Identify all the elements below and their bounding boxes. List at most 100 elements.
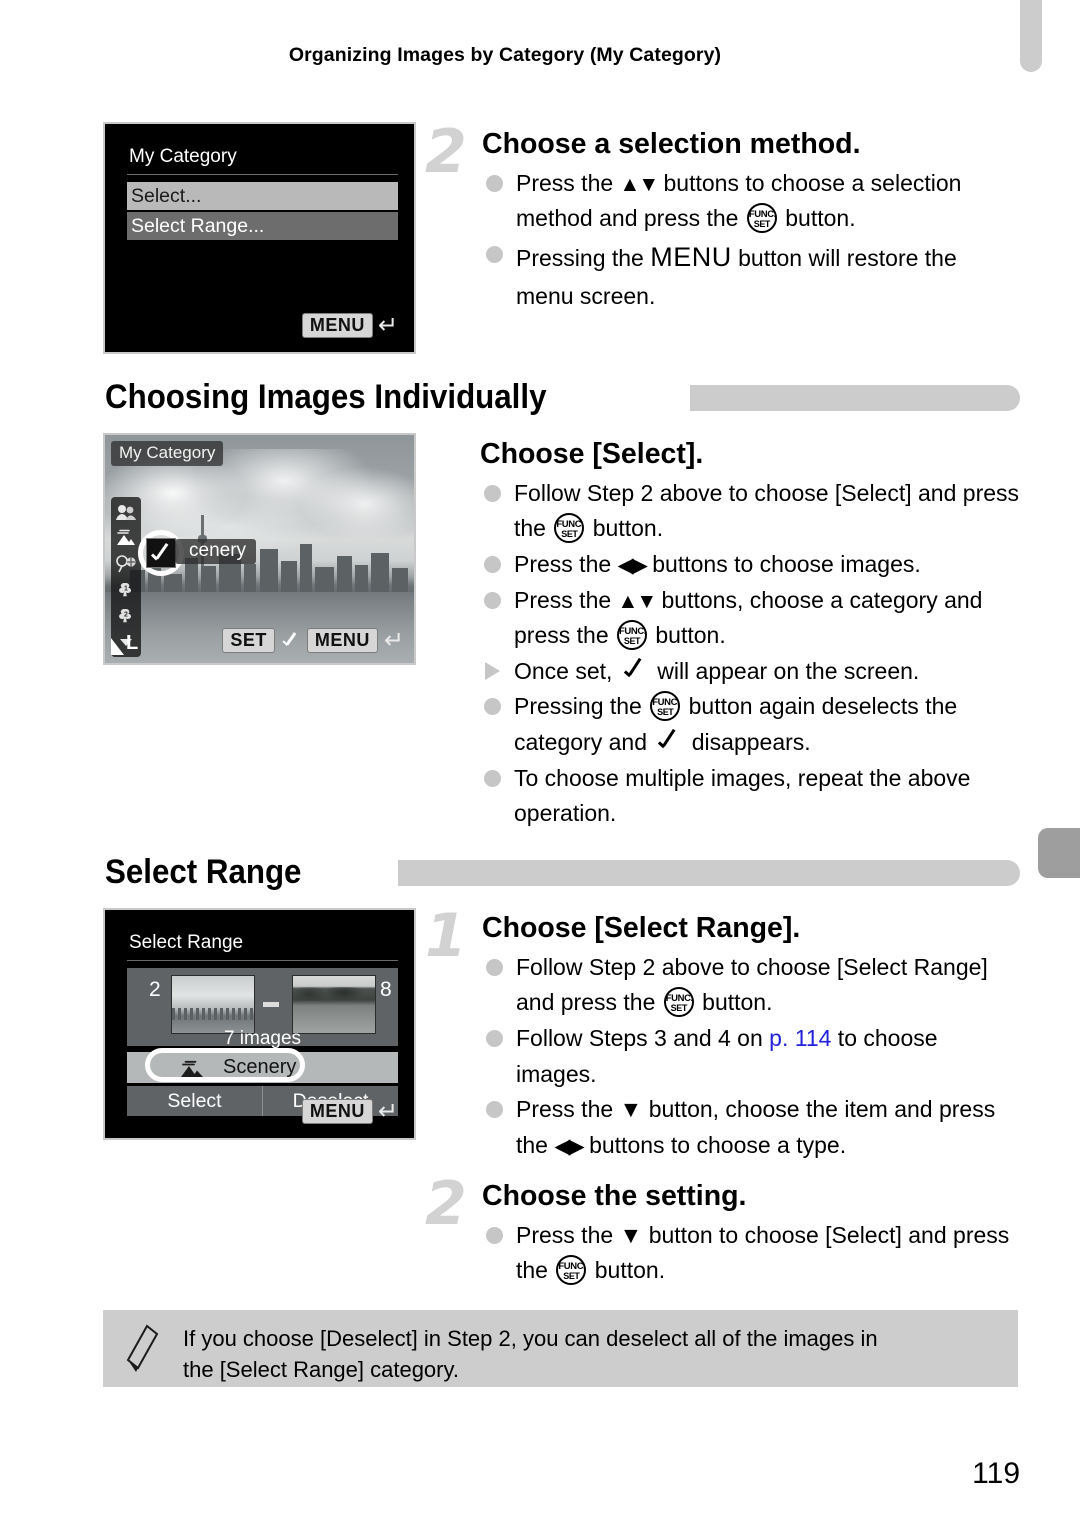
bullet-icon xyxy=(486,1029,503,1047)
section-title: Select Range xyxy=(105,853,302,891)
range-preview-panel: 2 8 7 images xyxy=(127,968,398,1049)
step-2-range-block: 2 Choose the setting. Press the ▼ button… xyxy=(425,1174,1020,1289)
svg-text:1: 1 xyxy=(124,586,128,593)
bullet-icon xyxy=(486,1226,503,1244)
bullet-icon xyxy=(484,591,501,609)
bullet-icon xyxy=(484,484,501,502)
events-icon[interactable] xyxy=(114,553,138,575)
page-reference-link[interactable]: p. 114 xyxy=(769,1025,831,1051)
step-heading: Choose the setting. xyxy=(482,1180,747,1212)
heading-bar xyxy=(398,860,1020,886)
manual-page: Organizing Images by Category (My Catego… xyxy=(0,0,1080,1521)
set-badge: SET xyxy=(222,628,275,653)
list-item: Follow Step 2 above to choose [Select Ra… xyxy=(482,950,1020,1021)
step-heading: Choose [Select Range]. xyxy=(482,912,801,944)
lcd-title: Select Range xyxy=(129,932,244,953)
menu-return-hint: MENU ↵ xyxy=(301,311,398,339)
list-item: Pressing the FUNC. SET button again desel… xyxy=(480,689,1020,760)
list-item: Once set, will appear on the screen. xyxy=(480,654,1020,690)
lcd-title: My Category xyxy=(129,146,237,167)
menu-button-label: MENU xyxy=(650,241,732,272)
check-icon xyxy=(622,661,648,683)
people-icon[interactable] xyxy=(114,501,138,523)
step-number: 1 xyxy=(425,901,467,971)
edge-tab-chapter xyxy=(1038,828,1080,878)
func-set-icon: FUNC. SET xyxy=(663,987,694,1018)
list-item: Pressing the MENU button will restore th… xyxy=(482,237,1020,314)
menu-return-hint: MENU ↵ xyxy=(301,1097,398,1125)
screenshot-choose-image: My Category 1 2 cenery L SET MENU ↵ xyxy=(103,433,416,665)
return-arrow-icon: ↵ xyxy=(383,626,404,654)
bullet-list: Press the ▲▼ buttons to choose a selecti… xyxy=(482,166,1020,315)
section-heading-individually: Choosing Images Individually xyxy=(105,378,1020,418)
func-set-icon: FUNC. SET xyxy=(556,1255,587,1286)
note-text: If you choose [Deselect] in Step 2, you … xyxy=(183,1323,996,1385)
note-line-2: the [Select Range] category. xyxy=(183,1357,459,1383)
bullet-list: Follow Step 2 above to choose [Select Ra… xyxy=(482,950,1020,1164)
bullet-icon xyxy=(486,245,503,263)
bottom-hint-bar: SET MENU ↵ xyxy=(222,628,404,653)
page-number: 119 xyxy=(972,1457,1020,1490)
list-item: Follow Steps 3 and 4 on p. 114 to choose… xyxy=(482,1021,1020,1092)
screenshot-my-category-menu: My Category Select... Select Range... ME… xyxy=(103,122,416,354)
category2-icon[interactable]: 2 xyxy=(114,605,138,627)
triangle-bullet-icon xyxy=(485,661,500,680)
list-item: Press the ◀▶ buttons to choose images. xyxy=(480,547,1020,583)
step-number: 2 xyxy=(425,1169,467,1239)
thumbnail-end[interactable] xyxy=(292,975,376,1034)
up-down-buttons-icon: ▲▼ xyxy=(619,172,660,196)
heading-bar xyxy=(690,385,1020,411)
note-line-1: If you choose [Deselect] in Step 2, you … xyxy=(183,1326,878,1351)
divider xyxy=(127,174,398,175)
func-set-icon: FUNC. SET xyxy=(746,203,777,234)
bullet-icon xyxy=(484,769,501,787)
scenery-label: cenery xyxy=(175,539,257,564)
list-item: Press the ▼ button, choose the item and … xyxy=(482,1092,1020,1163)
func-set-icon: FUNC. SET xyxy=(617,620,647,651)
up-down-buttons-icon: ▲▼ xyxy=(617,589,658,613)
image-count-label: 7 images xyxy=(223,1028,302,1049)
start-index-label: 2 xyxy=(149,978,161,1001)
menu-badge: MENU xyxy=(306,628,378,653)
list-item: Press the ▼ button to choose [Select] an… xyxy=(482,1218,1020,1289)
bullet-icon xyxy=(484,698,501,716)
callout-oval xyxy=(145,1048,305,1082)
bullet-list: Press the ▼ button to choose [Select] an… xyxy=(482,1218,1020,1289)
edge-tab-top xyxy=(1020,0,1042,72)
step-2-block: 2 Choose a selection method. Press the ▲… xyxy=(425,122,1020,315)
func-set-icon: FUNC. SET xyxy=(554,513,585,544)
scenery-icon[interactable] xyxy=(114,527,138,549)
section-heading-select-range: Select Range xyxy=(105,853,1020,893)
bullet-icon xyxy=(484,555,501,573)
check-icon xyxy=(146,538,176,568)
left-right-buttons-icon: ◀▶ xyxy=(554,1134,584,1158)
menu-item-select-range[interactable]: Select Range... xyxy=(127,212,398,240)
return-arrow-icon: ↵ xyxy=(377,311,398,339)
note-box: If you choose [Deselect] in Step 2, you … xyxy=(103,1310,1018,1387)
category1-icon[interactable]: 1 xyxy=(114,579,138,601)
pencil-icon xyxy=(125,1324,159,1379)
step-number: 2 xyxy=(425,117,467,187)
bullet-list: Follow Step 2 above to choose [Select] a… xyxy=(480,476,1020,832)
step-heading: Choose [Select]. xyxy=(480,438,704,470)
menu-item-select[interactable]: Select... xyxy=(127,182,398,210)
choose-select-block: Choose [Select]. Follow Step 2 above to … xyxy=(480,438,1020,832)
svg-text:2: 2 xyxy=(124,612,128,619)
list-item: Press the ▲▼ buttons to choose a selecti… xyxy=(482,166,1020,237)
end-index-label: 8 xyxy=(380,978,392,1001)
list-item: Follow Step 2 above to choose [Select] a… xyxy=(480,476,1020,547)
list-item: Press the ▲▼ buttons, choose a category … xyxy=(480,583,1020,654)
section-title: Choosing Images Individually xyxy=(105,378,547,416)
category-badge: My Category xyxy=(111,441,224,466)
quality-label: L xyxy=(126,632,139,654)
thumbnail-start[interactable] xyxy=(171,975,255,1034)
range-dash-icon xyxy=(263,1002,279,1007)
screenshot-select-range: Select Range 2 8 7 images Scenery Select… xyxy=(103,908,416,1140)
left-right-buttons-icon: ◀▶ xyxy=(617,553,648,577)
image-quality-indicator: L xyxy=(111,632,138,655)
bullet-icon xyxy=(486,1101,503,1119)
running-header: Organizing Images by Category (My Catego… xyxy=(288,44,722,66)
return-arrow-icon: ↵ xyxy=(377,1097,398,1125)
select-button[interactable]: Select xyxy=(127,1086,262,1116)
check-icon xyxy=(281,632,301,650)
